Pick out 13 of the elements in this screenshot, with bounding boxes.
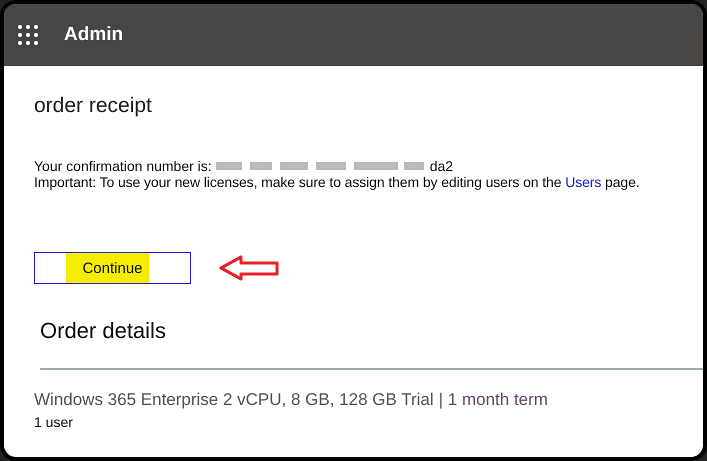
app-title: Admin: [64, 24, 124, 46]
confirmation-number-end: da2: [430, 158, 454, 174]
product-quantity: 1 user: [34, 414, 74, 430]
page-title: order receipt: [34, 94, 153, 118]
arrow-annotation-icon: [219, 254, 279, 282]
license-notice: Important: To use your new licenses, make sure to assign them by editing users on the Users page.: [34, 174, 641, 190]
product-name: Windows 365 Enterprise 2 vCPU, 8 GB, 128 GB Trial: [34, 390, 434, 410]
section-heading: Order details: [40, 318, 167, 344]
users-link[interactable]: Users: [565, 174, 602, 190]
confirmation-label: Your confirmation number is:: [34, 158, 212, 174]
product-term: | 1 month term: [438, 390, 548, 410]
continue-button[interactable]: Continue: [34, 252, 191, 284]
app-launcher-icon[interactable]: [18, 25, 38, 45]
